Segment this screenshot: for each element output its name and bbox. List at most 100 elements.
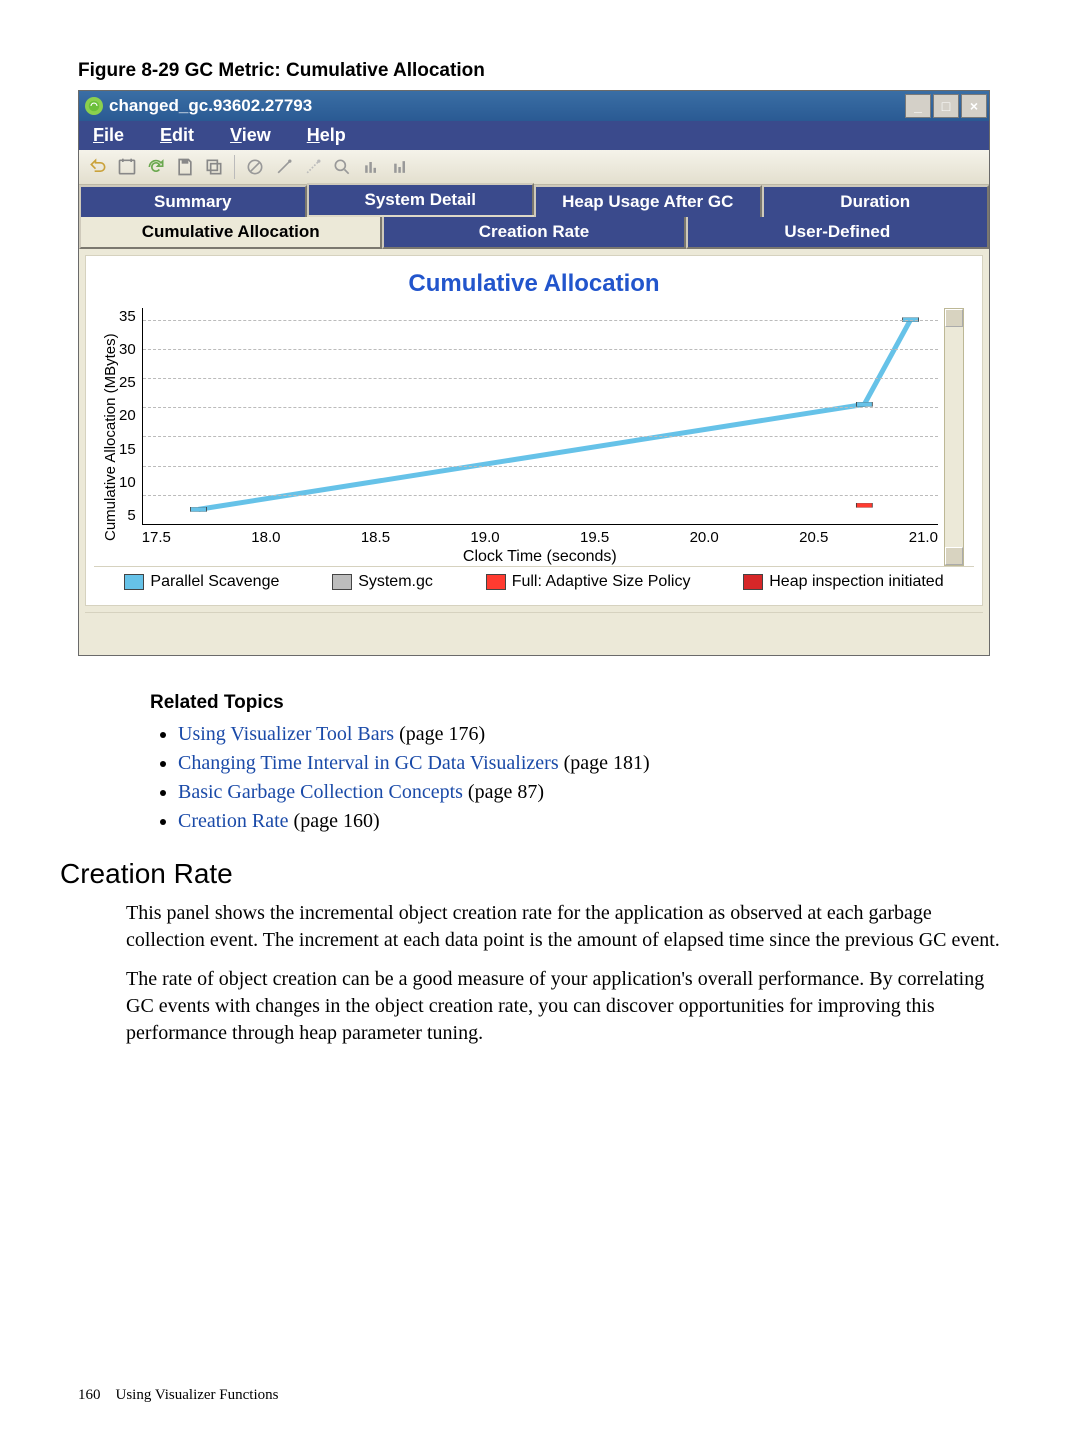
chart-title: Cumulative Allocation [94,270,974,298]
ytick: 10 [119,474,136,491]
y-axis-label: Cumulative Allocation (MBytes) [98,308,119,566]
related-item: Creation Rate (page 160) [178,807,1002,836]
bar-chart-icon[interactable] [358,154,384,180]
menu-view[interactable]: View [230,125,271,146]
xtick: 19.0 [470,529,499,546]
related-link[interactable]: Using Visualizer Tool Bars [178,723,399,745]
xtick: 19.5 [580,529,609,546]
save-icon[interactable] [172,154,198,180]
body-paragraph: The rate of object creation can be a goo… [126,966,1002,1047]
app-icon [85,97,103,115]
gridline [143,466,938,467]
gridline [143,436,938,437]
legend-item: Parallel Scavenge [124,573,279,591]
tab-creation-rate[interactable]: Creation Rate [382,217,685,249]
gridline [143,407,938,408]
scroll-down-button[interactable] [945,547,963,565]
legend-swatch [332,574,352,590]
gridline [143,320,938,321]
gridline [143,495,938,496]
app-window: changed_gc.93602.27793 _ □ × File Edit V… [78,90,990,656]
related-page: (page 87) [468,781,544,803]
window-controls: _ □ × [905,94,987,118]
refresh-icon[interactable] [143,154,169,180]
tab-system-detail[interactable]: System Detail [307,183,535,215]
vertical-scrollbar[interactable] [944,308,964,566]
ytick: 20 [119,407,136,424]
related-topics-heading: Related Topics [150,692,1002,714]
copy-window-icon[interactable] [201,154,227,180]
zoom-icon[interactable] [329,154,355,180]
section-heading: Creation Rate [60,858,1002,890]
footer-title: Using Visualizer Functions [116,1387,279,1403]
xtick: 21.0 [909,529,938,546]
minimize-button[interactable]: _ [905,94,931,118]
window-statusbar [85,612,983,649]
close-button[interactable]: × [961,94,987,118]
legend-item: Full: Adaptive Size Policy [486,573,691,591]
legend-item: System.gc [332,573,433,591]
related-link[interactable]: Changing Time Interval in GC Data Visual… [178,752,564,774]
related-item: Using Visualizer Tool Bars (page 176) [178,720,1002,749]
schedule-icon[interactable] [114,154,140,180]
chart-legend: Parallel Scavenge System.gc Full: Adaptive… [94,566,974,597]
menu-edit[interactable]: Edit [160,125,194,146]
xtick: 20.5 [799,529,828,546]
x-axis-ticks: 17.5 18.0 18.5 19.0 19.5 20.0 20.5 21.0 [142,529,938,546]
tabs-row1: Summary System Detail Heap Usage After G… [79,185,989,217]
legend-swatch [743,574,763,590]
maximize-button[interactable]: □ [933,94,959,118]
gridline [143,349,938,350]
related-item: Basic Garbage Collection Concepts (page … [178,778,1002,807]
menu-file[interactable]: File [93,125,124,146]
ytick: 15 [119,441,136,458]
related-page: (page 160) [294,810,380,832]
ytick: 30 [119,341,136,358]
chart-panel: Cumulative Allocation Cumulative Allocat… [85,255,983,606]
legend-swatch [124,574,144,590]
related-topics-list: Using Visualizer Tool Bars (page 176) Cha… [178,720,1002,836]
wand-dashed-icon[interactable] [300,154,326,180]
xtick: 18.0 [251,529,280,546]
tab-summary[interactable]: Summary [79,185,307,217]
page-footer: 160 Using Visualizer Functions [78,1387,278,1404]
tabs-row2: Cumulative Allocation Creation Rate User… [79,217,989,249]
cancel-icon[interactable] [242,154,268,180]
window-title: changed_gc.93602.27793 [109,96,905,116]
ytick: 35 [119,308,136,325]
legend-label: System.gc [358,573,433,590]
menu-help[interactable]: Help [307,125,346,146]
undo-icon[interactable] [85,154,111,180]
plot-area [142,308,938,525]
menubar: File Edit View Help [79,121,989,150]
tab-cumulative-allocation[interactable]: Cumulative Allocation [79,217,382,249]
related-item: Changing Time Interval in GC Data Visual… [178,749,1002,778]
ytick: 5 [127,507,135,524]
gridline [143,378,938,379]
tab-heap-usage[interactable]: Heap Usage After GC [534,185,762,217]
legend-label: Parallel Scavenge [150,573,279,590]
page-number: 160 [78,1387,101,1403]
legend-item: Heap inspection initiated [743,573,943,591]
tab-duration[interactable]: Duration [762,185,990,217]
tab-user-defined[interactable]: User-Defined [686,217,989,249]
xtick: 18.5 [361,529,390,546]
body-paragraph: This panel shows the incremental object … [126,900,1002,954]
legend-label: Heap inspection initiated [769,573,943,590]
related-page: (page 176) [399,723,485,745]
scroll-up-button[interactable] [945,309,963,327]
figure-caption: Figure 8-29 GC Metric: Cumulative Alloca… [78,60,1002,82]
xtick: 20.0 [690,529,719,546]
related-link[interactable]: Creation Rate [178,810,294,832]
related-page: (page 181) [564,752,650,774]
related-link[interactable]: Basic Garbage Collection Concepts [178,781,468,803]
legend-swatch [486,574,506,590]
titlebar: changed_gc.93602.27793 _ □ × [79,91,989,121]
ytick: 25 [119,374,136,391]
scroll-track[interactable] [945,327,963,547]
y-axis-ticks: 35 30 25 20 15 10 5 [119,308,142,524]
toolbar [79,150,989,185]
bar-chart2-icon[interactable] [387,154,413,180]
wand-icon[interactable] [271,154,297,180]
xtick: 17.5 [142,529,171,546]
